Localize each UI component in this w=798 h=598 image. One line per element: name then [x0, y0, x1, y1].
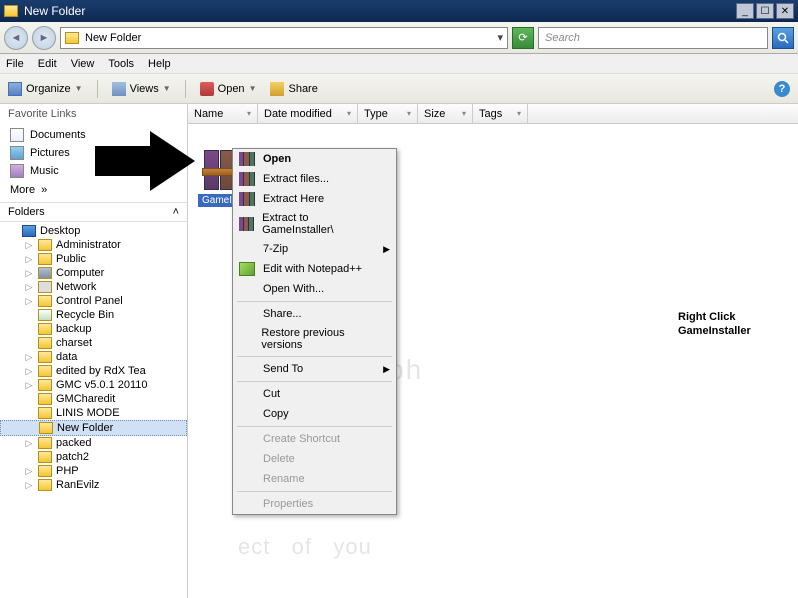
chevron-down-icon[interactable]: ▾ [497, 31, 503, 44]
search-icon [777, 32, 789, 44]
share-button[interactable]: Share [270, 82, 317, 96]
annotation-text: Right Click GameInstaller [678, 310, 751, 339]
menu-view[interactable]: View [71, 58, 95, 70]
tree-item[interactable]: ▷Public [0, 252, 187, 266]
share-icon [270, 82, 284, 96]
help-button[interactable]: ? [774, 81, 790, 97]
window-title: New Folder [24, 4, 736, 18]
navbar: ◄ ► New Folder ▾ ⟳ Search [0, 22, 798, 54]
menubar: File Edit View Tools Help [0, 54, 798, 74]
menu-file[interactable]: File [6, 58, 24, 70]
tree-item[interactable]: ▷edited by RdX Tea [0, 364, 187, 378]
tree-item[interactable]: LINIS MODE [0, 406, 187, 420]
tree-item[interactable]: ▷Computer [0, 266, 187, 280]
context-menu-item[interactable]: Open [233, 149, 396, 169]
search-input[interactable]: Search [538, 27, 768, 49]
search-placeholder: Search [545, 32, 580, 44]
column-headers: Name▾Date modified▾Type▾Size▾Tags▾ [188, 104, 798, 124]
menu-help[interactable]: Help [148, 58, 171, 70]
context-menu-item: Properties [233, 494, 396, 514]
context-menu: OpenExtract files...Extract HereExtract … [232, 148, 397, 515]
context-menu-item[interactable]: Copy [233, 404, 396, 424]
menu-tools[interactable]: Tools [108, 58, 134, 70]
context-menu-item: Rename [233, 469, 396, 489]
menu-edit[interactable]: Edit [38, 58, 57, 70]
context-menu-item[interactable]: Share... [233, 304, 396, 324]
arrow-annotation [90, 126, 200, 196]
search-button[interactable] [772, 27, 794, 49]
column-header[interactable]: Size▾ [418, 104, 473, 123]
tree-item[interactable]: ▷packed [0, 436, 187, 450]
views-button[interactable]: Views▼ [112, 82, 171, 96]
context-menu-item[interactable]: Send To▶ [233, 359, 396, 379]
context-menu-item[interactable]: Extract files... [233, 169, 396, 189]
address-bar[interactable]: New Folder ▾ [60, 27, 508, 49]
tree-item[interactable]: ▷RanEvilz [0, 478, 187, 492]
tree-item[interactable]: Desktop [0, 224, 187, 238]
context-menu-item[interactable]: Restore previous versions [233, 324, 396, 354]
tree-item[interactable]: ▷PHP [0, 464, 187, 478]
context-menu-item[interactable]: Extract to GameInstaller\ [233, 209, 396, 239]
tree-item[interactable]: patch2 [0, 450, 187, 464]
context-menu-item: Create Shortcut [233, 429, 396, 449]
folder-tree: Desktop▷Administrator▷Public▷Computer▷Ne… [0, 222, 187, 598]
tree-item[interactable]: GMCharedit [0, 392, 187, 406]
titlebar: New Folder _ ☐ ✕ [0, 0, 798, 22]
minimize-button[interactable]: _ [736, 3, 754, 19]
toolbar: Organize▼ Views▼ Open▼ Share ? [0, 74, 798, 104]
folder-icon [65, 32, 79, 44]
back-button[interactable]: ◄ [4, 26, 28, 50]
column-header[interactable]: Tags▾ [473, 104, 528, 123]
context-menu-item[interactable]: Cut [233, 384, 396, 404]
column-header[interactable]: Type▾ [358, 104, 418, 123]
folders-header[interactable]: Folders˄ [0, 202, 187, 222]
tree-item[interactable]: ▷GMC v5.0.1 20110 [0, 378, 187, 392]
column-header[interactable]: Name▾ [188, 104, 258, 123]
tree-item[interactable]: charset [0, 336, 187, 350]
watermark: ect of you [238, 534, 372, 560]
tree-item[interactable]: ▷data [0, 350, 187, 364]
tree-item[interactable]: Recycle Bin [0, 308, 187, 322]
context-menu-item[interactable]: Extract Here [233, 189, 396, 209]
context-menu-item[interactable]: Edit with Notepad++ [233, 259, 396, 279]
open-icon [200, 82, 214, 96]
documents-icon [10, 128, 24, 142]
context-menu-item[interactable]: Open With... [233, 279, 396, 299]
maximize-button[interactable]: ☐ [756, 3, 774, 19]
tree-item[interactable]: backup [0, 322, 187, 336]
folder-icon [4, 5, 18, 17]
favorites-header: Favorite Links [0, 104, 187, 124]
open-button[interactable]: Open▼ [200, 82, 257, 96]
context-menu-item: Delete [233, 449, 396, 469]
tree-item[interactable]: ▷Network [0, 280, 187, 294]
organize-icon [8, 82, 22, 96]
organize-button[interactable]: Organize▼ [8, 82, 83, 96]
refresh-button[interactable]: ⟳ [512, 27, 534, 49]
forward-button[interactable]: ► [32, 26, 56, 50]
close-button[interactable]: ✕ [776, 3, 794, 19]
chevron-up-icon: ˄ [173, 206, 179, 218]
tree-item[interactable]: ▷Administrator [0, 238, 187, 252]
music-icon [10, 164, 24, 178]
context-menu-item[interactable]: 7-Zip▶ [233, 239, 396, 259]
views-icon [112, 82, 126, 96]
address-text: New Folder [85, 32, 141, 44]
column-header[interactable]: Date modified▾ [258, 104, 358, 123]
pictures-icon [10, 146, 24, 160]
tree-item[interactable]: ▷Control Panel [0, 294, 187, 308]
tree-item[interactable]: New Folder [0, 420, 187, 436]
